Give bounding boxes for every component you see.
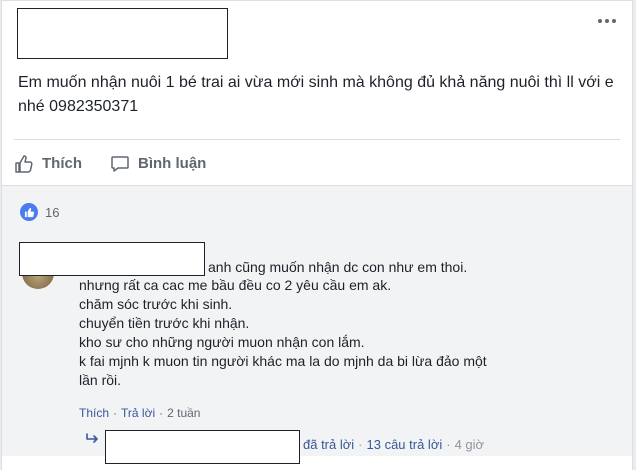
separator: · (113, 406, 118, 420)
comment-icon (111, 155, 129, 172)
redacted-author-name (17, 8, 228, 59)
comment-reply-link[interactable]: Trả lời (121, 406, 155, 420)
comment-line: chuyển tiền trước khi nhận. (79, 315, 250, 331)
separator: · (159, 406, 164, 420)
dot-icon (605, 19, 609, 23)
comment-line: lần rồi. (79, 372, 122, 388)
separator: · (358, 437, 363, 452)
comment-meta: Thích · Trả lời · 2 tuần (79, 406, 200, 420)
reaction-summary[interactable]: 16 (20, 203, 59, 221)
comment-text: nhưng rất ca cac me bầu đều co 2 yêu cầu… (79, 276, 569, 390)
comment-first-line: anh cũng muốn nhận dc con như em thoi. (208, 259, 468, 275)
like-button-label: Thích (42, 155, 82, 172)
post-actions: Thích Bình luận (14, 139, 620, 183)
comment-line: chăm sóc trước khi sinh. (79, 296, 233, 312)
reply-timestamp: 4 giờ (454, 437, 485, 452)
comment-timestamp[interactable]: 2 tuần (167, 406, 200, 420)
reply-count[interactable]: 13 câu trả lời (367, 437, 443, 452)
post-text: Em muốn nhận nuôi 1 bé trai ai vừa mới s… (18, 74, 614, 115)
dot-icon (598, 19, 602, 23)
reply-summary[interactable] (86, 433, 106, 445)
separator: · (446, 437, 451, 452)
reaction-count: 16 (45, 204, 60, 220)
post-card: Em muốn nhận nuôi 1 bé trai ai vừa mới s… (1, 0, 633, 470)
comment-button[interactable]: Bình luận (110, 146, 206, 182)
reply-arrow-icon (86, 433, 98, 443)
reply-summary-text[interactable]: đã trả lời · 13 câu trả lời · 4 giờ (303, 437, 484, 452)
comment-line: kho sư cho những người muon nhận con lắm… (79, 334, 365, 350)
replied-label: đã trả lời (303, 437, 355, 452)
like-button[interactable]: Thích (14, 146, 82, 182)
dot-icon (612, 19, 616, 23)
redacted-commenter-name (19, 242, 205, 276)
thumbs-up-icon (15, 154, 33, 173)
thumbs-up-icon (24, 207, 34, 217)
comment-like-link[interactable]: Thích (79, 406, 109, 420)
comment-line: nhưng rất ca cac me bầu đều co 2 yêu cầu… (79, 277, 392, 293)
comment-button-label: Bình luận (138, 155, 207, 172)
like-reaction-icon (20, 203, 38, 221)
comment-line: k fai mjnh k muon tin người khác ma la d… (79, 353, 487, 369)
redacted-replier-name (105, 430, 300, 464)
more-options-button[interactable] (598, 13, 616, 29)
